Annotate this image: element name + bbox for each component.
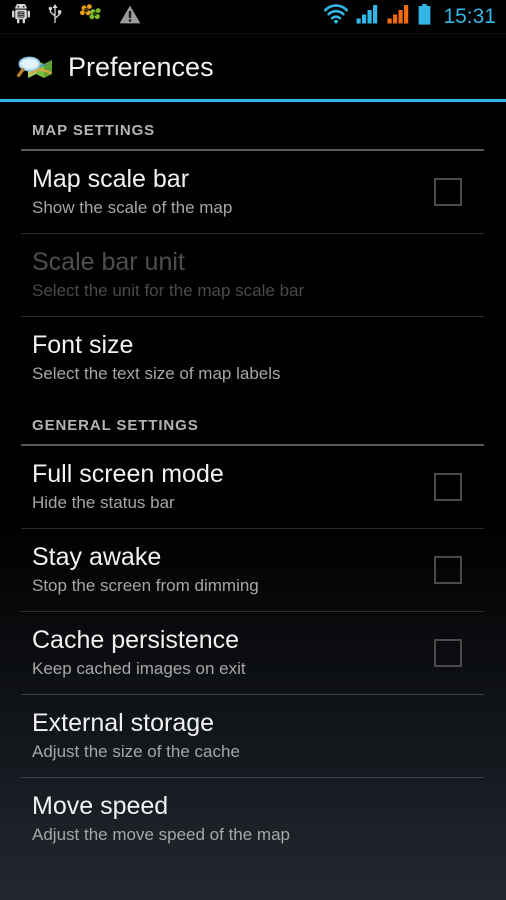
pref-summary: Stop the screen from dimming — [32, 576, 259, 595]
usb-icon — [48, 3, 62, 30]
pref-summary: Keep cached images on exit — [32, 659, 246, 678]
pref-full-screen-mode[interactable]: Full screen mode Hide the status bar — [0, 446, 506, 528]
checkbox-stay-awake[interactable] — [434, 556, 462, 584]
wifi-icon — [323, 4, 349, 29]
pref-font-size[interactable]: Font size Select the text size of map la… — [0, 317, 506, 399]
signal-bars-icon-1 — [356, 4, 380, 29]
signal-bars-icon-2 — [387, 4, 411, 29]
android-debug-icon — [12, 2, 30, 29]
pref-summary: Adjust the move speed of the map — [32, 825, 290, 844]
section-header-general-settings: GENERAL SETTINGS — [0, 399, 506, 440]
battery-icon — [418, 3, 431, 30]
pref-text: Font size Select the text size of map la… — [32, 331, 474, 385]
status-bar-clock: 15:31 — [443, 5, 496, 28]
pref-title: External storage — [32, 709, 215, 737]
section-header-label: MAP SETTINGS — [32, 122, 156, 139]
pref-text: Map scale bar Show the scale of the map — [32, 165, 418, 219]
section-header-label: GENERAL SETTINGS — [32, 417, 199, 434]
pref-summary: Select the unit for the map scale bar — [32, 281, 305, 300]
action-bar: Preferences — [0, 34, 506, 99]
checkbox-map-scale-bar[interactable] — [434, 178, 462, 206]
map-magnifier-icon[interactable] — [16, 50, 56, 84]
pref-external-storage[interactable]: External storage Adjust the size of the … — [0, 695, 506, 777]
pref-cache-persistence[interactable]: Cache persistence Keep cached images on … — [0, 612, 506, 694]
pref-text: Cache persistence Keep cached images on … — [32, 626, 418, 680]
pref-summary: Adjust the size of the cache — [32, 742, 240, 761]
pref-text: Full screen mode Hide the status bar — [32, 460, 418, 514]
pref-text: Move speed Adjust the move speed of the … — [32, 792, 474, 846]
pref-title: Scale bar unit — [32, 248, 185, 276]
pref-map-scale-bar[interactable]: Map scale bar Show the scale of the map — [0, 151, 506, 233]
warning-triangle-icon — [119, 5, 141, 29]
pref-title: Full screen mode — [32, 460, 224, 488]
pref-move-speed[interactable]: Move speed Adjust the move speed of the … — [0, 778, 506, 846]
section-header-map-settings: MAP SETTINGS — [0, 104, 506, 145]
page-title: Preferences — [68, 51, 214, 82]
flower-sync-icon — [80, 4, 101, 29]
checkbox-cache-persistence[interactable] — [434, 639, 462, 667]
pref-text: Stay awake Stop the screen from dimming — [32, 543, 418, 597]
pref-title: Move speed — [32, 792, 169, 820]
status-bar: 15:31 — [0, 0, 506, 34]
device-screen: 15:31 Preferences MAP SETTINGS Map scale… — [0, 0, 506, 900]
pref-title: Font size — [32, 331, 134, 359]
pref-summary: Hide the status bar — [32, 493, 175, 512]
checkbox-full-screen-mode[interactable] — [434, 473, 462, 501]
preference-list[interactable]: MAP SETTINGS Map scale bar Show the scal… — [0, 104, 506, 900]
pref-summary: Select the text size of map labels — [32, 364, 281, 383]
pref-title: Cache persistence — [32, 626, 240, 654]
status-bar-system-icons: 15:31 — [323, 3, 496, 30]
pref-stay-awake[interactable]: Stay awake Stop the screen from dimming — [0, 529, 506, 611]
pref-scale-bar-unit: Scale bar unit Select the unit for the m… — [0, 234, 506, 316]
pref-text: External storage Adjust the size of the … — [32, 709, 474, 763]
pref-text: Scale bar unit Select the unit for the m… — [32, 248, 474, 302]
pref-title: Stay awake — [32, 543, 162, 571]
status-bar-notification-icons — [12, 2, 141, 30]
pref-summary: Show the scale of the map — [32, 198, 233, 217]
pref-title: Map scale bar — [32, 165, 190, 193]
